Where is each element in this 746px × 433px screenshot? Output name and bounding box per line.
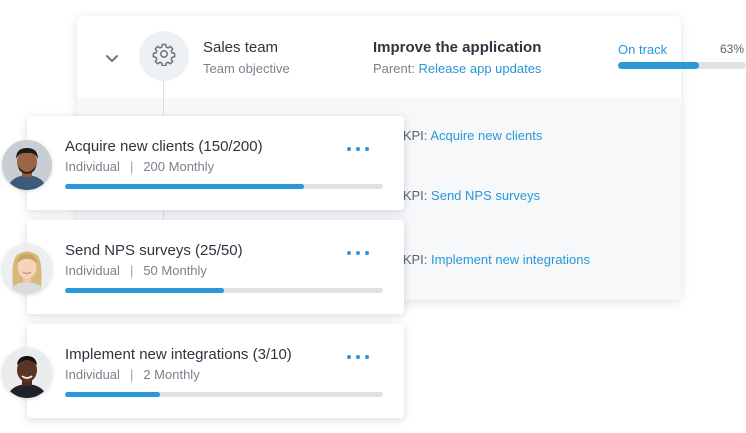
meta-separator: | <box>129 367 134 382</box>
objective-title: Improve the application <box>373 39 542 56</box>
key-result-meta: Individual | 200 Monthly <box>65 159 214 174</box>
key-result-type: Individual <box>65 367 120 382</box>
key-result-meta: Individual | 50 Monthly <box>65 263 207 278</box>
team-subtitle: Team objective <box>203 61 290 76</box>
more-dots-icon[interactable] <box>347 352 369 362</box>
chevron-down-icon[interactable] <box>104 50 120 66</box>
objective-progress-fill <box>618 62 699 69</box>
kpi-row: d KPI: Acquire new clients <box>392 128 542 143</box>
objective-progress-bar <box>618 62 746 69</box>
key-result-progress-bar <box>65 392 383 397</box>
key-result-card[interactable]: Send NPS surveys (25/50) Individual | 50 M… <box>27 220 404 314</box>
key-result-card[interactable]: Acquire new clients (150/200) Individual… <box>27 116 404 210</box>
key-result-progress-bar <box>65 184 383 189</box>
more-dots-icon[interactable] <box>347 144 369 154</box>
parent-link[interactable]: Release app updates <box>419 61 542 76</box>
key-result-progress-fill <box>65 392 161 397</box>
key-result-type: Individual <box>65 263 120 278</box>
key-result-progress-fill <box>65 184 304 189</box>
avatar[interactable] <box>2 348 52 398</box>
key-result-progress-bar <box>65 288 383 293</box>
kpi-link[interactable]: Implement new integrations <box>431 252 590 267</box>
avatar[interactable] <box>2 140 52 190</box>
avatar[interactable] <box>2 244 52 294</box>
key-result-title: Send NPS surveys (25/50) <box>65 242 243 259</box>
status-label: On track <box>618 42 668 57</box>
objective-parent: Parent: Release app updates <box>373 61 541 76</box>
kpi-row: d KPI: Send NPS surveys <box>392 188 540 203</box>
key-result-card[interactable]: Implement new integrations (3/10) Indivi… <box>27 324 404 418</box>
key-result-target: 200 Monthly <box>143 159 215 174</box>
key-result-target: 50 Monthly <box>143 263 207 278</box>
gear-icon <box>152 42 176 71</box>
key-result-type: Individual <box>65 159 120 174</box>
kpi-row: d KPI: Implement new integrations <box>392 252 590 267</box>
meta-separator: | <box>129 159 134 174</box>
parent-label: Parent: <box>373 61 415 76</box>
key-result-meta: Individual | 2 Monthly <box>65 367 200 382</box>
team-name: Sales team <box>203 39 279 56</box>
key-result-target: 2 Monthly <box>143 367 200 382</box>
kpi-link[interactable]: Send NPS surveys <box>431 188 540 203</box>
more-dots-icon[interactable] <box>347 248 369 258</box>
meta-separator: | <box>129 263 134 278</box>
key-result-progress-fill <box>65 288 224 293</box>
key-result-title: Acquire new clients (150/200) <box>65 138 263 155</box>
progress-percent: 63% <box>720 42 745 56</box>
kpi-link[interactable]: Acquire new clients <box>430 128 542 143</box>
key-result-title: Implement new integrations (3/10) <box>65 346 292 363</box>
objective-avatar <box>139 31 189 81</box>
